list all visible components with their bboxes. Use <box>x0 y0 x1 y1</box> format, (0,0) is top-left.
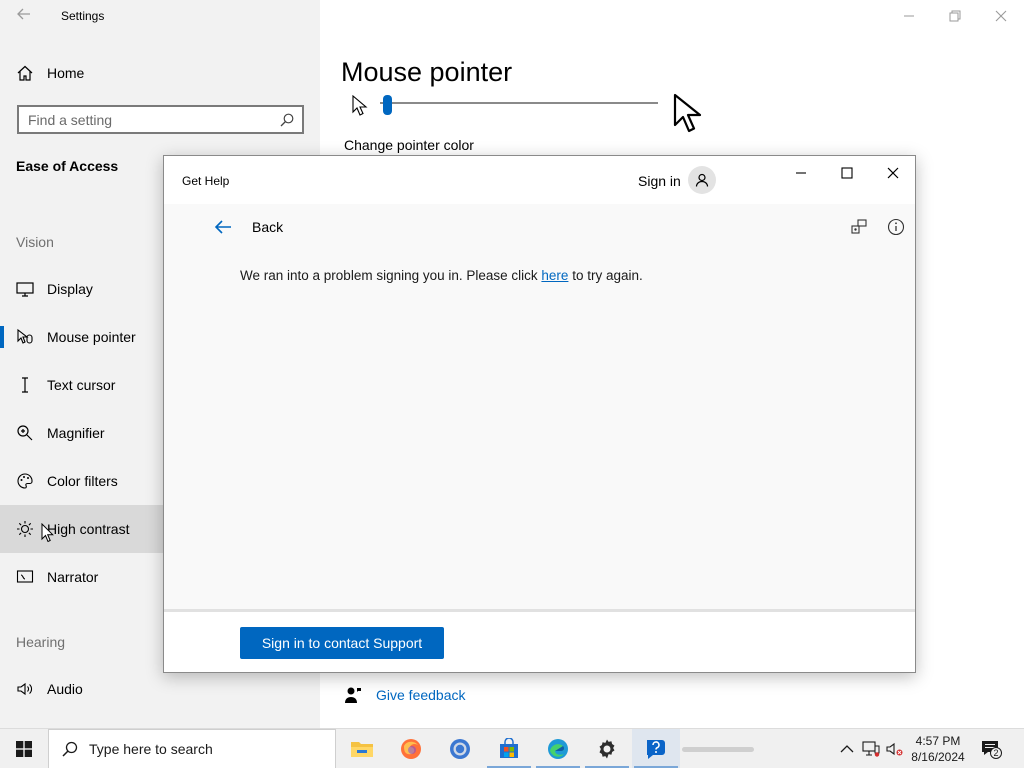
sign-in-contact-support-button[interactable]: Sign in to contact Support <box>240 627 444 659</box>
home-label: Home <box>47 65 85 81</box>
settings-minimize-button[interactable] <box>897 4 921 28</box>
get-help-taskbar-button[interactable] <box>632 729 680 768</box>
find-setting-input[interactable]: Find a setting <box>17 105 304 134</box>
speaker-icon <box>16 680 34 698</box>
show-hidden-icons-chevron-up-icon[interactable] <box>837 739 857 759</box>
message-text: to try again. <box>568 268 643 283</box>
dialog-title: Get Help <box>182 174 230 188</box>
sidebar-item-label: Narrator <box>47 569 99 585</box>
person-icon <box>695 173 709 187</box>
sidebar-item-label: Text cursor <box>47 377 116 393</box>
get-help-window: Get Help Sign in Back We ran into a prob… <box>163 155 916 673</box>
sign-in-link[interactable]: Sign in <box>638 173 681 189</box>
back-arrow-icon[interactable] <box>14 6 34 26</box>
pointer-size-slider[interactable] <box>380 102 658 104</box>
windows-logo-icon <box>16 741 32 757</box>
mouse-cursor-icon <box>41 522 55 548</box>
taskbar-search-box[interactable]: Type here to search <box>48 729 336 768</box>
notification-count-badge: 2 <box>990 747 1002 759</box>
get-help-icon <box>647 740 665 759</box>
taskbar-search-placeholder: Type here to search <box>89 741 213 757</box>
info-icon[interactable] <box>885 216 907 238</box>
magnifier-icon <box>16 424 34 442</box>
app-title: Settings <box>61 9 105 23</box>
clock-date: 8/16/2024 <box>911 750 965 764</box>
clock-time: 4:57 PM <box>915 734 961 748</box>
retry-link[interactable]: here <box>541 268 568 283</box>
large-pointer-icon <box>673 93 709 138</box>
firefox-taskbar-button[interactable] <box>387 729 435 768</box>
search-icon <box>61 740 79 758</box>
home-nav-item[interactable]: Home <box>16 62 84 84</box>
text-cursor-icon <box>16 376 34 394</box>
dialog-footer: Sign in to contact Support <box>164 612 915 672</box>
maximize-icon <box>841 167 853 179</box>
sidebar-item-label: High contrast <box>47 521 130 537</box>
taskbar-scroll-indicator <box>682 747 754 752</box>
chrome-icon <box>450 739 470 759</box>
dialog-minimize-button[interactable] <box>786 162 816 184</box>
file-explorer-taskbar-button[interactable] <box>338 729 386 768</box>
settings-restore-button[interactable] <box>943 4 967 28</box>
group-vision: Vision <box>16 234 54 250</box>
dialog-close-button[interactable] <box>878 162 908 184</box>
avatar[interactable] <box>688 166 716 194</box>
sun-icon <box>16 520 34 538</box>
back-button[interactable] <box>212 216 234 238</box>
volume-muted-icon[interactable] <box>885 739 905 759</box>
close-icon <box>887 167 899 179</box>
notifications-icon[interactable]: 2 <box>981 739 1002 759</box>
edge-icon <box>548 739 568 759</box>
message-text: We ran into a problem signing you in. Pl… <box>240 268 542 283</box>
gear-icon <box>599 739 615 759</box>
share-icon[interactable] <box>848 216 870 238</box>
home-icon <box>16 64 34 82</box>
minimize-icon <box>796 172 806 174</box>
narrator-icon <box>16 568 34 586</box>
sidebar-item-label: Display <box>47 281 93 297</box>
pointer-size-slider-thumb[interactable] <box>383 95 393 115</box>
network-icon[interactable] <box>861 739 881 759</box>
sidebar-item-label: Mouse pointer <box>47 329 136 345</box>
give-feedback-link[interactable]: Give feedback <box>344 686 466 704</box>
dialog-maximize-button[interactable] <box>832 162 862 184</box>
small-pointer-icon <box>351 94 369 122</box>
taskbar-clock[interactable]: 4:57 PM 8/16/2024 <box>905 733 971 765</box>
settings-close-button[interactable] <box>989 4 1013 28</box>
change-pointer-color-label: Change pointer color <box>344 137 474 153</box>
start-button[interactable] <box>0 729 48 768</box>
section-title: Ease of Access <box>16 158 119 174</box>
palette-icon <box>16 472 34 490</box>
search-placeholder: Find a setting <box>28 111 113 128</box>
store-taskbar-button[interactable] <box>485 729 533 768</box>
back-label[interactable]: Back <box>252 219 283 235</box>
back-arrow-icon <box>214 220 231 234</box>
page-title: Mouse pointer <box>341 57 513 87</box>
folder-icon <box>351 742 373 757</box>
feedback-person-icon <box>344 686 362 704</box>
firefox-icon <box>401 739 421 759</box>
sidebar-item-label: Magnifier <box>47 425 105 441</box>
mouse-pointer-icon <box>16 328 34 346</box>
monitor-icon <box>16 280 34 298</box>
settings-taskbar-button[interactable] <box>583 729 631 768</box>
give-feedback-label: Give feedback <box>376 687 466 703</box>
sidebar-item-label: Color filters <box>47 473 118 489</box>
store-icon <box>500 738 518 758</box>
edge-taskbar-button[interactable] <box>534 729 582 768</box>
chrome-taskbar-button[interactable] <box>436 729 484 768</box>
search-icon <box>279 112 295 128</box>
error-message: We ran into a problem signing you in. Pl… <box>240 268 643 283</box>
group-hearing: Hearing <box>16 634 66 650</box>
taskbar: Type here to search 4:57 PM 8/16/2024 2 <box>0 728 1024 768</box>
sidebar-item-label: Audio <box>47 681 83 697</box>
